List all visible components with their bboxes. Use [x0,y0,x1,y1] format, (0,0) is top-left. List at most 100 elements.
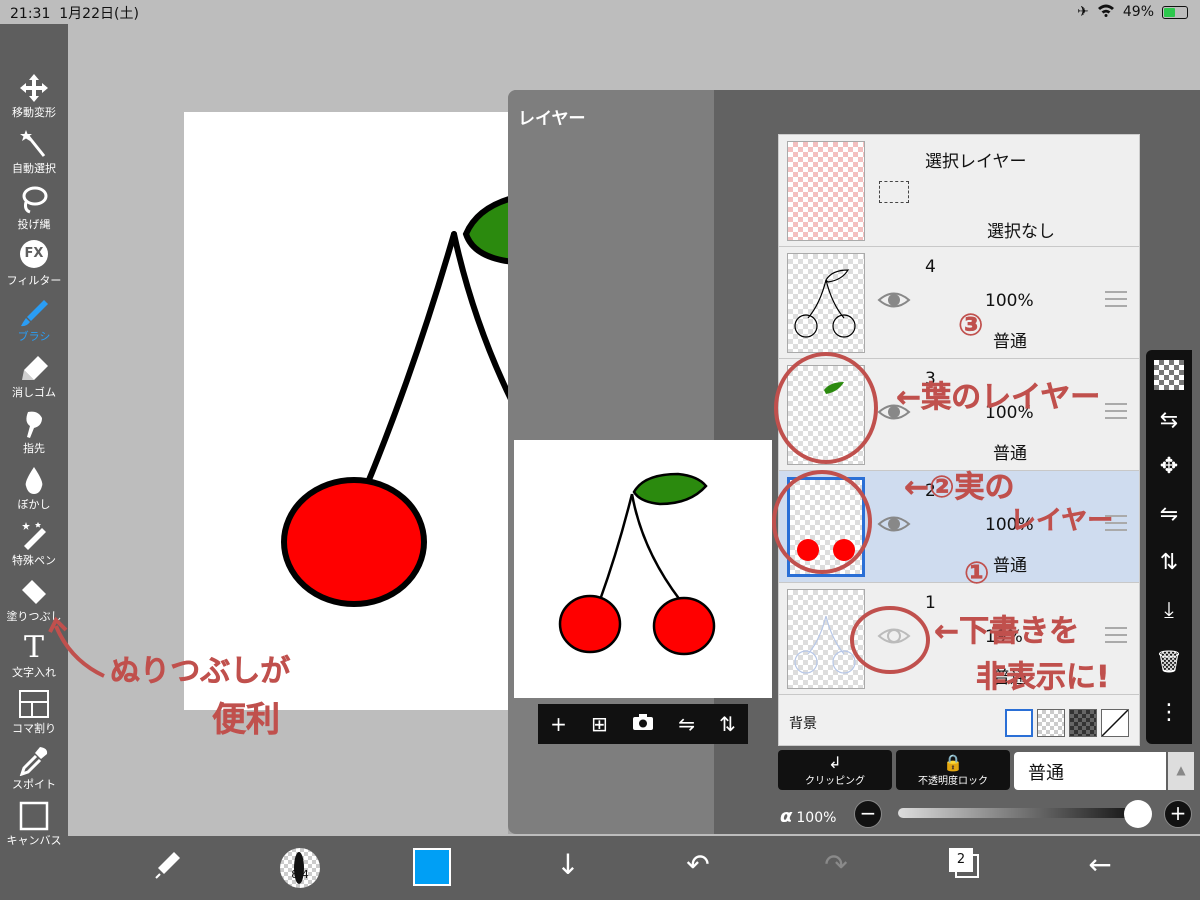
current-color-swatch [413,848,451,886]
layer-preview [514,440,772,698]
alpha-slider[interactable] [898,808,1138,818]
annotation-hide-draft-2: 非表示に! [976,660,1110,696]
preview-artwork [558,472,716,656]
selection-layer-thumbnail [787,141,865,241]
selection-layer-row[interactable]: 選択レイヤー 選択なし [779,135,1139,247]
chevron-up-icon[interactable]: ▲ [1168,752,1194,790]
text-icon: T [23,630,44,665]
airplane-icon: ✈ [1077,4,1089,20]
alpha-plus-button[interactable]: + [1164,800,1192,828]
layer-swap-icon[interactable]: ⇆ [1154,408,1184,438]
trash-icon[interactable]: 🗑 [1154,650,1184,680]
flip-vertical-icon[interactable]: ⇅ [719,712,736,736]
brush-size-button[interactable]: 8.4 [278,848,322,888]
tool-brush-label: ブラシ [17,330,51,343]
color-swatch-button[interactable] [412,848,452,888]
wifi-icon [1097,3,1115,21]
opacity-lock-button[interactable]: 🔒 不透明度ロック [896,750,1010,790]
status-right: ✈ 49% [1077,3,1188,21]
fx-icon: FX [0,240,68,272]
alpha-label: α 100% [780,806,837,827]
tool-lasso[interactable]: 投げ縄 [0,182,68,238]
bucket-icon [0,576,68,608]
move-icon [0,72,68,104]
move-icon[interactable]: ✥ [1154,454,1184,484]
tool-move-label: 移動変形 [12,106,56,119]
brush-icon [0,296,68,328]
add-layer-copy-icon[interactable]: ⊞ [591,712,608,736]
annotation-fill-handy-2: 便利 [212,700,281,741]
background-none-swatch[interactable] [1101,709,1129,737]
tool-lasso-label: 投げ縄 [17,218,51,231]
redo-icon[interactable]: ↷ [816,848,856,888]
eye-hidden-icon[interactable] [877,621,911,651]
flip-vertical-icon[interactable]: ⇅ [1154,550,1184,580]
drag-handle-icon[interactable] [1105,403,1127,421]
background-label: 背景 [789,716,817,732]
alpha-slider-knob[interactable] [1124,800,1152,828]
undo-icon[interactable]: ↶ [678,848,718,888]
tool-eraser[interactable]: 消しゴム [0,350,68,406]
lock-icon: 🔒 [943,753,963,772]
tool-move[interactable]: 移動変形 [0,70,68,126]
layer-2-thumbnail [787,477,865,577]
drag-handle-icon[interactable] [1105,627,1127,645]
background-dark-swatch[interactable] [1069,709,1097,737]
add-layer-icon[interactable]: + [550,712,567,736]
annotation-leaf-layer: ←葉のレイヤー [896,380,1101,416]
layer-action-strip: ⇆ ✥ ⇋ ⇅ ⤓ 🗑 ⋮ [1146,350,1192,744]
background-transparent-swatch[interactable] [1037,709,1065,737]
clipping-button[interactable]: ↲ クリッピング [778,750,892,790]
layer-panel-title: レイヤー [518,109,586,129]
transparency-icon[interactable] [1154,360,1184,390]
annotation-fruit-layer-1: ←②実の [904,470,1015,506]
tool-text[interactable]: T 文字入れ [0,630,68,686]
eye-icon[interactable] [877,285,911,315]
tool-finger-label: 指先 [23,442,45,455]
tool-bucket[interactable]: 塗りつぶし [0,574,68,630]
eye-icon[interactable] [877,509,911,539]
tool-frame[interactable]: コマ割り [0,686,68,742]
annotation-fill-handy-1: ぬりつぶしが [110,654,291,690]
back-arrow-icon[interactable]: ← [1080,848,1120,888]
camera-icon[interactable] [632,712,654,736]
blend-mode-select[interactable]: 普通 [1014,752,1166,790]
layer-count: 2 [949,848,973,872]
download-icon[interactable]: ↓ [548,848,588,888]
alpha-minus-button[interactable]: − [854,800,882,828]
tool-eyedropper[interactable]: スポイト [0,742,68,798]
more-icon[interactable]: ⋮ [1154,700,1184,730]
status-time: 21:31 [10,6,51,22]
background-white-swatch[interactable] [1005,709,1033,737]
tool-special-pen[interactable]: 特殊ペン [0,518,68,574]
tool-magic-wand-label: 自動選択 [12,162,56,175]
tool-filter[interactable]: FX フィルター [0,238,68,294]
tool-brush[interactable]: ブラシ [0,294,68,350]
flip-horizontal-icon[interactable]: ⇋ [1154,502,1184,532]
tool-canvas[interactable]: キャンバス [0,798,68,854]
special-pen-icon [0,520,68,552]
layer-4-number: 4 [925,257,936,277]
tool-eyedropper-label: スポイト [12,778,56,791]
selection-status: 選択なし [987,222,1055,242]
flip-horizontal-icon[interactable]: ⇋ [678,712,695,736]
layers-button[interactable]: 2 [944,848,984,888]
lasso-icon [0,184,68,216]
tool-magic-wand[interactable]: 自動選択 [0,126,68,182]
merge-down-icon[interactable]: ⤓ [1154,598,1184,628]
layer-2-mode: 普通 [993,556,1027,576]
tool-blur[interactable]: ぼかし [0,462,68,518]
tool-finger[interactable]: 指先 [0,406,68,462]
pen-swap-icon[interactable] [148,848,188,888]
selection-layer-title: 選択レイヤー [925,152,1027,172]
drag-handle-icon[interactable] [1105,291,1127,309]
alpha-value: 100% [796,810,837,826]
tool-canvas-label: キャンバス [6,834,62,847]
annotation-number-3: ③ [958,308,984,344]
tool-filter-label: フィルター [6,274,62,287]
status-time-date: 21:31 1月22日(土) [10,3,139,23]
left-toolbar: 移動変形 自動選択 投げ縄 FX フィルター ブラシ 消しゴム 指先 ぼかし 特… [0,24,68,900]
layer-4-opacity: 100% [985,291,1034,311]
tool-eraser-label: 消しゴム [12,386,56,399]
layer-panel: レイヤー + ⊞ ⇋ ⇅ 選択レイヤー 選択なし 4 100% 普通 3 100… [508,90,1200,834]
